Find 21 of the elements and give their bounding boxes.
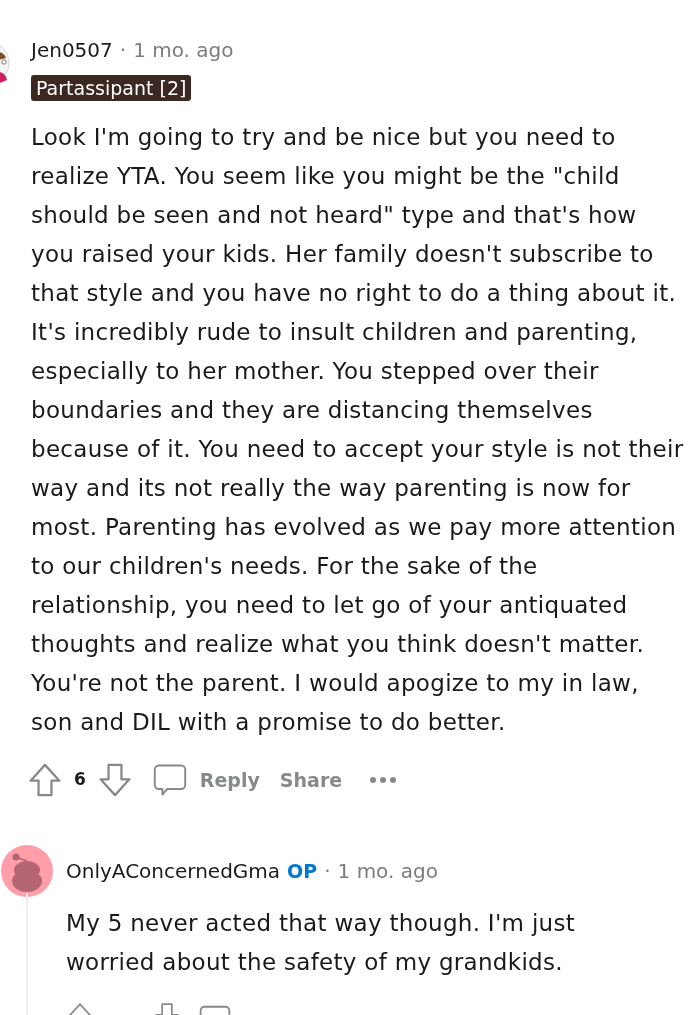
comment-text: Look I'm going to try and be nice but you need to realize YTA. You seem like you might be the "child should be seen and not heard" type and that's how you raised your kids. Her family doesn't subscribe to that style and you have no right to do a thing about it. It's incredibly rude to insult children and parenting, especially to her mother. You stepped over their boundaries and they are distancing themselves because of it. You need to accept your style is not their way and its not really the way parenting is now for most. Parenting has evolved as we pay more attention to our children's needs. For the sake of the relationship, you need to let go of your antiquated thoughts and realize what you think doesn't matter. You're not the parent. I would apogize to my in law, son and DIL with a promise to do better. — [31, 122, 685, 737]
op-tag: OP — [287, 859, 318, 883]
more-icon[interactable] — [369, 776, 398, 784]
reply-button[interactable]: Reply — [199, 768, 260, 792]
comment-icon[interactable] — [198, 1003, 232, 1015]
timestamp[interactable]: 1 mo. ago — [133, 38, 234, 62]
username[interactable]: OnlyAConcernedGma — [66, 859, 281, 883]
upvote-icon[interactable] — [27, 762, 63, 798]
downvote-icon[interactable] — [154, 1001, 180, 1015]
separator: · — [324, 859, 331, 883]
separator: · — [119, 38, 127, 62]
timestamp[interactable]: 1 mo. ago — [337, 859, 438, 883]
comment-icon[interactable] — [151, 762, 188, 798]
user-flair: Partassipant [2] — [31, 75, 192, 101]
vote-count: 6 — [74, 768, 86, 792]
upvote-icon[interactable] — [67, 1001, 93, 1015]
username[interactable]: Jen0507 — [31, 38, 113, 62]
avatar-icon[interactable] — [1, 845, 53, 897]
share-button[interactable]: Share — [279, 768, 343, 792]
downvote-icon[interactable] — [96, 762, 133, 798]
comment-text: My 5 never acted that way though. I'm just worried about the safety of my grandkids. — [66, 908, 577, 977]
